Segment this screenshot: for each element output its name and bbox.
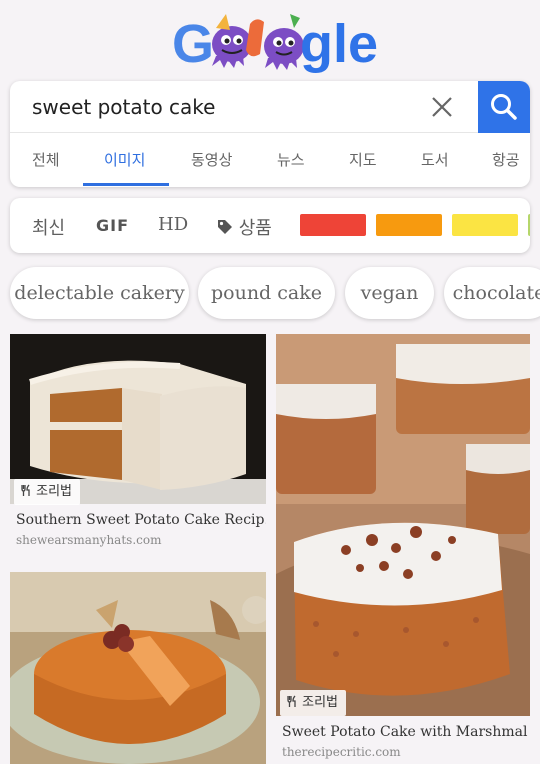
tab-maps[interactable]: 지도	[349, 149, 377, 170]
badge-label: 조리법	[36, 484, 73, 499]
filter-hd[interactable]: HD	[158, 214, 188, 235]
tab-all[interactable]: 전체	[32, 149, 60, 170]
search-bar	[10, 81, 530, 133]
result-thumbnail[interactable]	[276, 334, 530, 716]
suggestion-chip[interactable]: chocolate	[444, 267, 540, 319]
utensils-icon	[287, 695, 296, 707]
color-filter-green[interactable]	[528, 214, 530, 236]
cake-image	[276, 334, 530, 716]
search-tabs: 전체 이미지 동영상 뉴스 지도 도서 항공	[10, 133, 530, 187]
filter-product-label: 상품	[238, 218, 272, 239]
filter-bar: 최신 GIF HD 상품	[10, 198, 530, 253]
color-filter-yellow[interactable]	[452, 214, 518, 236]
close-icon	[432, 97, 452, 117]
image-result[interactable]: 조리법 Sweet Potato Cake with Marshmal... t…	[276, 334, 530, 764]
logo-letters: gle	[300, 14, 378, 74]
result-title[interactable]: Southern Sweet Potato Cake Recip...	[16, 512, 266, 528]
recipe-badge: 조리법	[280, 690, 347, 716]
suggestion-chip[interactable]: pound cake	[198, 267, 335, 319]
google-logo[interactable]: G gle	[0, 6, 540, 76]
search-button[interactable]	[478, 81, 530, 133]
doodle-creature-icon	[212, 14, 252, 68]
cake-image	[10, 572, 266, 764]
active-tab-indicator	[83, 183, 169, 186]
utensils-icon	[21, 484, 30, 496]
tab-flights[interactable]: 항공	[492, 149, 520, 170]
color-filter-orange[interactable]	[376, 214, 442, 236]
search-icon	[491, 94, 517, 120]
search-card: 전체 이미지 동영상 뉴스 지도 도서 항공	[10, 81, 530, 187]
filter-product[interactable]: 상품	[217, 214, 272, 240]
filter-gif[interactable]: GIF	[96, 216, 129, 235]
result-source: shewearsmanyhats.com	[16, 533, 162, 547]
tab-books[interactable]: 도서	[421, 149, 449, 170]
search-input[interactable]	[32, 91, 412, 123]
result-source: therecipecritic.com	[282, 745, 401, 759]
tab-images[interactable]: 이미지	[104, 149, 145, 170]
badge-label: 조리법	[302, 695, 339, 710]
image-result[interactable]	[10, 572, 266, 764]
result-thumbnail[interactable]	[10, 572, 266, 764]
clear-button[interactable]	[426, 91, 458, 123]
color-filter-red[interactable]	[300, 214, 366, 236]
suggestion-chip[interactable]: delectable cakery	[10, 267, 189, 319]
filter-latest[interactable]: 최신	[32, 214, 65, 240]
suggestion-chip[interactable]: vegan	[345, 267, 434, 319]
tag-icon	[218, 220, 232, 234]
result-title[interactable]: Sweet Potato Cake with Marshmal...	[282, 724, 528, 740]
tab-videos[interactable]: 동영상	[191, 149, 232, 170]
svg-text:G: G	[172, 14, 214, 74]
doodle-creature-icon	[264, 14, 304, 70]
image-result[interactable]: 조리법 Southern Sweet Potato Cake Recip... …	[10, 334, 266, 554]
recipe-badge: 조리법	[14, 479, 81, 505]
tab-news[interactable]: 뉴스	[277, 149, 305, 170]
